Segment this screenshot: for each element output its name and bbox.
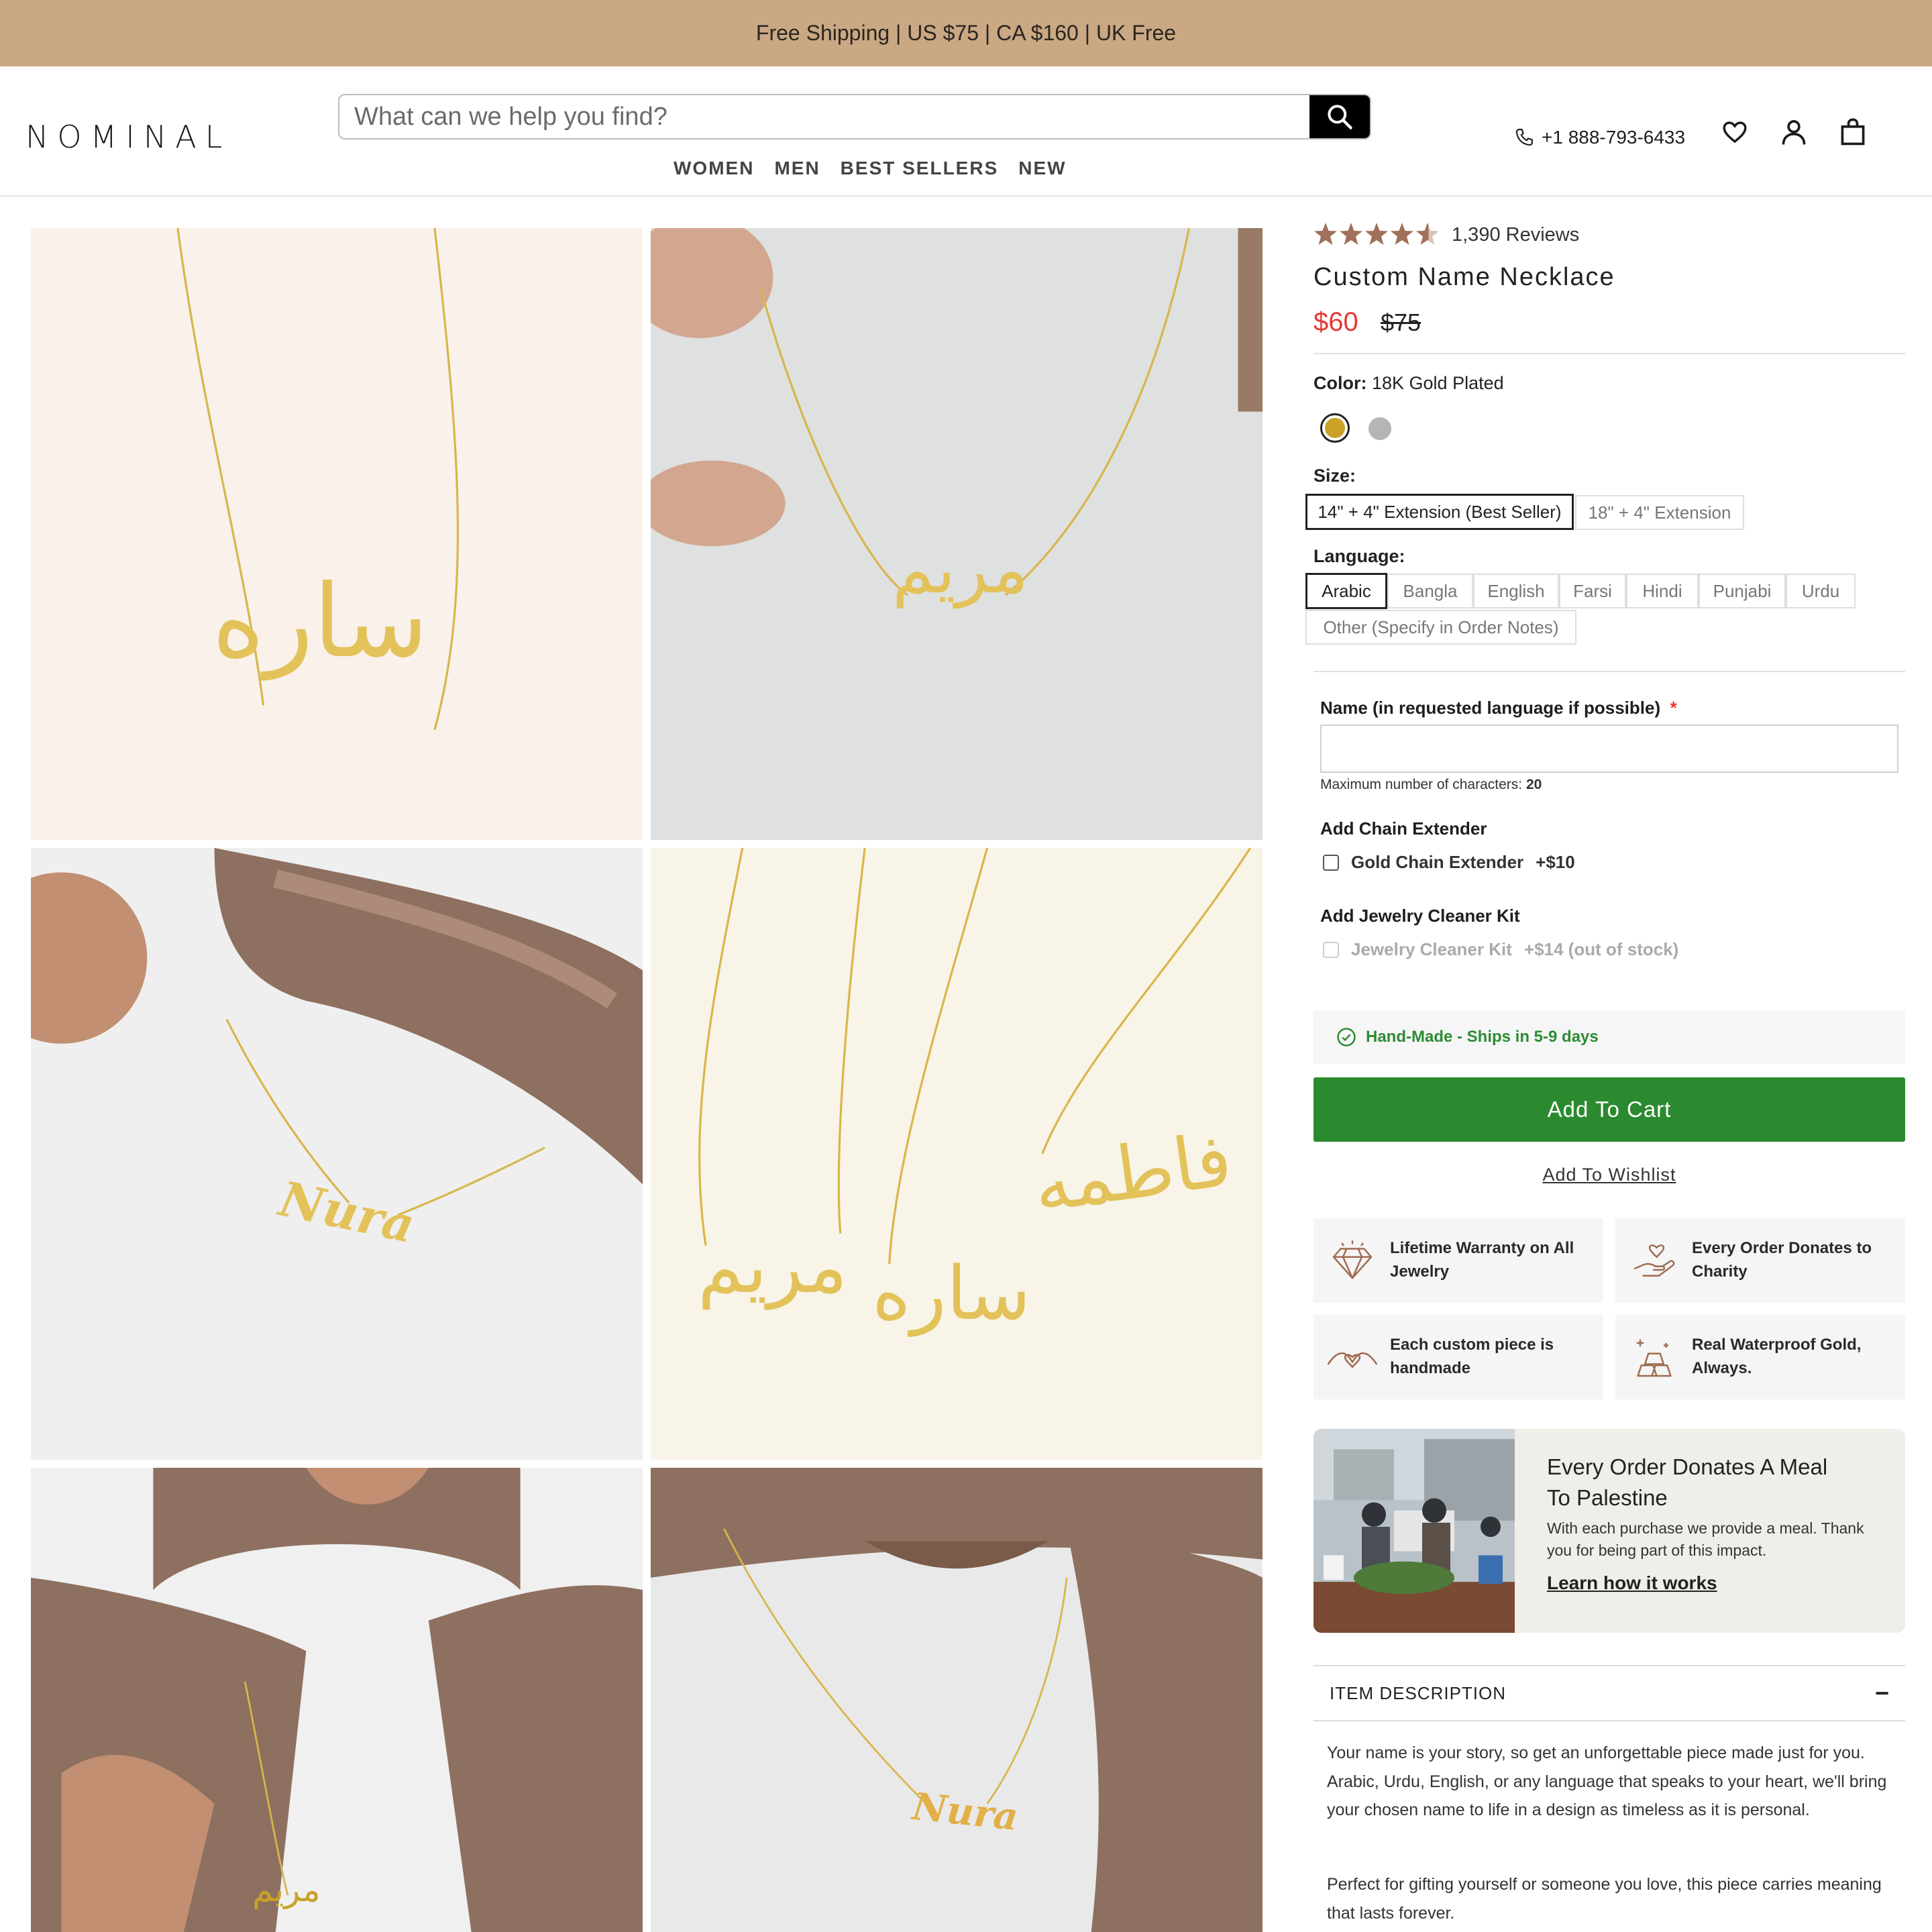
- nav-best-sellers[interactable]: BEST SELLERS: [841, 158, 999, 179]
- language-english[interactable]: English: [1473, 574, 1559, 608]
- gallery-image-2[interactable]: مريم: [651, 228, 1263, 840]
- swatch-silver[interactable]: [1368, 417, 1391, 440]
- language-label: Language:: [1313, 546, 1405, 566]
- color-label-row: Color: 18K Gold Plated: [1313, 373, 1504, 394]
- language-hindi[interactable]: Hindi: [1626, 574, 1699, 608]
- chain-extender-checkbox[interactable]: [1323, 854, 1339, 871]
- cleaner-kit-label: Jewelry Cleaner Kit: [1351, 939, 1512, 959]
- gallery-image-6[interactable]: Nura: [651, 1468, 1263, 1932]
- pendant-name-label: ساره: [872, 1250, 1031, 1336]
- compare-price: $75: [1381, 309, 1421, 336]
- nav-new[interactable]: NEW: [1018, 158, 1066, 179]
- pendant-name-label: ساره: [212, 564, 429, 680]
- user-icon: [1782, 120, 1806, 145]
- size-option-14[interactable]: 14" + 4" Extension (Best Seller): [1305, 494, 1574, 530]
- item-description-accordion[interactable]: ITEM DESCRIPTION −: [1313, 1665, 1905, 1721]
- learn-how-link[interactable]: Learn how it works: [1547, 1572, 1717, 1594]
- sale-price: $60: [1313, 307, 1358, 337]
- site-header: NOMINAL WOMEN MEN BEST SELLERS NEW +1 88…: [0, 66, 1932, 197]
- feature-charity-text: Every Order Donates to Charity: [1692, 1239, 1872, 1281]
- max-chars-hint: Maximum number of characters: 20: [1320, 777, 1542, 792]
- add-to-cart-button[interactable]: Add To Cart: [1313, 1077, 1905, 1142]
- cleaner-kit-option: Jewelry Cleaner Kit +$14 (out of stock): [1323, 939, 1678, 960]
- feature-waterproof-text: Real Waterproof Gold, Always.: [1692, 1336, 1862, 1377]
- language-bangla[interactable]: Bangla: [1387, 574, 1473, 608]
- chain-extender-price: +$10: [1536, 852, 1575, 872]
- pendant-name-label: مريم: [892, 530, 1029, 608]
- nav-men[interactable]: MEN: [774, 158, 820, 179]
- cleaner-kit-checkbox: [1323, 941, 1339, 958]
- name-field-label: Name (in requested language if possible)…: [1320, 698, 1677, 718]
- search-input[interactable]: [339, 95, 1309, 138]
- feature-warranty: Lifetime Warranty on All Jewelry: [1313, 1218, 1603, 1303]
- size-label: Size:: [1313, 466, 1356, 486]
- gallery-image-4[interactable]: مريم ساره فاطمه: [651, 848, 1263, 1460]
- search-bar: [338, 94, 1371, 140]
- cleaner-kit-title: Add Jewelry Cleaner Kit: [1320, 906, 1520, 926]
- name-field[interactable]: [1320, 724, 1898, 773]
- gold-bars-icon: [1627, 1330, 1681, 1384]
- donation-photo: [1313, 1429, 1515, 1633]
- language-farsi[interactable]: Farsi: [1559, 574, 1626, 608]
- donation-title: Every Order Donates A Meal To Palestine: [1547, 1454, 1828, 1511]
- color-label: Color:: [1313, 373, 1367, 393]
- shipping-note-text: Hand-Made - Ships in 5-9 days: [1366, 1028, 1599, 1046]
- announcement-text: Free Shipping | US $75 | CA $160 | UK Fr…: [755, 21, 1177, 45]
- collapse-icon[interactable]: −: [1875, 1679, 1889, 1707]
- check-circle-icon: [1337, 1028, 1356, 1046]
- chain-extender-option[interactable]: Gold Chain Extender +$10: [1323, 852, 1575, 873]
- logo[interactable]: NOMINAL: [25, 119, 231, 155]
- feature-handmade-text: Each custom piece is handmade: [1390, 1336, 1554, 1377]
- description-paragraph-1: Your name is your story, so get an unfor…: [1327, 1743, 1887, 1819]
- feature-handmade: Each custom piece is handmade: [1313, 1315, 1603, 1399]
- phone-number: +1 888-793-6433: [1542, 127, 1686, 148]
- giving-hand-icon: [1627, 1234, 1681, 1287]
- star-rating-icon: [1314, 223, 1439, 245]
- accordion-title: ITEM DESCRIPTION: [1330, 1682, 1507, 1703]
- gold-swatch-fill: [1325, 418, 1345, 438]
- gallery-image-1[interactable]: ساره: [31, 228, 643, 840]
- search-button[interactable]: [1309, 95, 1370, 138]
- gallery-image-3[interactable]: Nura: [31, 848, 643, 1460]
- pendant-name-label: مريم: [252, 1870, 321, 1909]
- swatch-gold[interactable]: [1320, 413, 1350, 443]
- color-value: 18K Gold Plated: [1372, 373, 1504, 393]
- donation-banner: Every Order Donates A Meal To Palestine …: [1313, 1429, 1905, 1633]
- phone-icon: [1515, 128, 1534, 146]
- feature-warranty-text: Lifetime Warranty on All Jewelry: [1390, 1239, 1574, 1281]
- cleaner-kit-price: +$14 (out of stock): [1523, 939, 1679, 959]
- heart-hands-icon: [1326, 1330, 1379, 1384]
- phone-link[interactable]: +1 888-793-6433: [1513, 127, 1685, 148]
- divider: [1313, 671, 1905, 672]
- cart-button[interactable]: [1837, 115, 1869, 150]
- feature-waterproof: Real Waterproof Gold, Always.: [1615, 1315, 1905, 1399]
- main-nav: WOMEN MEN BEST SELLERS NEW: [674, 158, 1067, 179]
- description-paragraph-2: Perfect for gifting yourself or someone …: [1327, 1875, 1882, 1923]
- feature-charity: Every Order Donates to Charity: [1615, 1218, 1905, 1303]
- donation-text: With each purchase we provide a meal. Th…: [1547, 1519, 1864, 1560]
- bag-icon: [1841, 118, 1865, 146]
- language-other[interactable]: Other (Specify in Order Notes): [1305, 610, 1576, 645]
- shipping-note: Hand-Made - Ships in 5-9 days: [1313, 1010, 1905, 1064]
- language-punjabi[interactable]: Punjabi: [1699, 574, 1786, 608]
- chain-extender-title: Add Chain Extender: [1320, 818, 1487, 839]
- review-count[interactable]: 1,390 Reviews: [1452, 224, 1579, 246]
- language-urdu[interactable]: Urdu: [1786, 574, 1856, 608]
- gallery-image-5[interactable]: مريم: [31, 1468, 643, 1932]
- account-button[interactable]: [1778, 115, 1810, 150]
- diamond-icon: [1326, 1234, 1379, 1287]
- chain-extender-label: Gold Chain Extender: [1351, 852, 1524, 872]
- wishlist-button[interactable]: [1719, 115, 1751, 150]
- search-icon: [1328, 105, 1352, 129]
- heart-icon: [1723, 121, 1747, 144]
- pendant-name-label: مريم: [698, 1224, 848, 1309]
- add-to-wishlist-link[interactable]: Add To Wishlist: [1313, 1165, 1905, 1185]
- nav-women[interactable]: WOMEN: [674, 158, 754, 179]
- announcement-bar: Free Shipping | US $75 | CA $160 | UK Fr…: [0, 0, 1932, 66]
- product-title: Custom Name Necklace: [1313, 263, 1615, 291]
- divider: [1313, 353, 1905, 354]
- size-option-18[interactable]: 18" + 4" Extension: [1575, 495, 1744, 530]
- language-arabic[interactable]: Arabic: [1305, 573, 1387, 609]
- rating[interactable]: 1,390 Reviews: [1313, 221, 1579, 248]
